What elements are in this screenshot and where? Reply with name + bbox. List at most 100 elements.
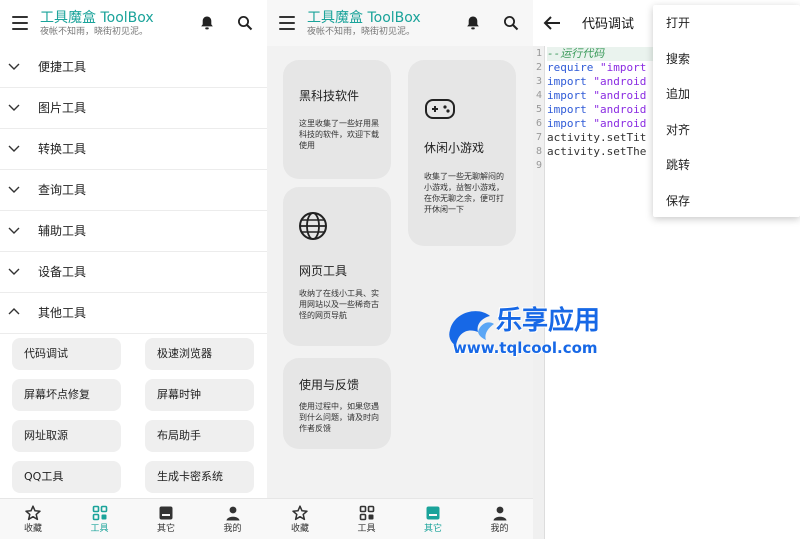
category-6[interactable]: 设备工具 (0, 252, 267, 293)
tool-item[interactable]: 屏幕时钟 (145, 379, 254, 411)
menu-item[interactable]: 搜索 (653, 41, 800, 76)
box-icon (159, 506, 173, 520)
bell-icon[interactable] (199, 15, 215, 31)
tool-item[interactable]: 布局助手 (145, 420, 254, 452)
nav-star[interactable]: 收藏 (267, 499, 333, 539)
line-number: 8 (535, 146, 543, 157)
nav-label: 我的 (223, 524, 242, 534)
overflow-menu: 打开搜索追加对齐 跳转保存 (653, 5, 800, 217)
nav-label: 收藏 (23, 524, 42, 534)
nav-person[interactable]: 我的 (200, 499, 266, 539)
code-token: activity.setTit (547, 131, 647, 144)
gamepad-icon (425, 99, 455, 119)
code-token: --运行代码 (547, 47, 605, 60)
code-token: "android (593, 103, 647, 116)
nav-label: 收藏 (290, 524, 309, 534)
category-5[interactable]: 辅助工具 (0, 211, 267, 252)
code-token: require (547, 61, 600, 74)
card-title: 网页工具 (299, 264, 348, 278)
app-subtitle: 夜帐不知雨，晓街初见泥。 (307, 27, 416, 37)
watermark-text: 乐享应用 (496, 306, 601, 336)
code-debug-screen: 代码调试 123456789 --运行代码 require "import impo… (533, 0, 800, 539)
card-desc: 收集了一些无聊解闷的小游戏，益智小游戏，在你无聊之余，便可打开休闲一下 (424, 172, 504, 214)
tool-item[interactable]: 生成卡密系统 (145, 461, 254, 493)
code-line: require "import (547, 61, 646, 75)
person-icon (226, 506, 239, 521)
card-desc: 这里收集了一些好用黑科技的软件，欢迎下载使用 (299, 119, 379, 150)
line-number-gutter: 1 2 3 4 5 6 7 8 9 (533, 46, 545, 539)
line-number: 3 (535, 76, 543, 87)
code-token: "android (593, 89, 647, 102)
category-4[interactable]: 查询工具 (0, 170, 267, 211)
tool-item[interactable]: 屏幕坏点修复 (12, 379, 121, 411)
nav-label: 工具 (90, 524, 109, 534)
nav-label: 其它 (156, 524, 175, 534)
nav-box[interactable]: 其它 (133, 499, 199, 539)
tool-item[interactable]: 极速浏览器 (145, 338, 254, 370)
menu-item[interactable]: 跳转 (653, 147, 800, 182)
nav-label: 工具 (357, 524, 376, 534)
tool-item[interactable]: QQ工具 (12, 461, 121, 493)
category-1[interactable]: 便捷工具 (0, 47, 267, 88)
tools-screen: 工具魔盒 ToolBox 夜帐不知雨，晓街初见泥。 便捷工具 图片工具 转换工具 查询… (0, 0, 267, 539)
search-icon[interactable] (503, 15, 519, 31)
card-desc: 使用过程中，如果您遇到什么问题，请及时向作者反馈 (299, 402, 379, 433)
tool-item[interactable]: 网址取源 (12, 420, 121, 452)
menu-item-label: 追加 (666, 87, 691, 101)
menu-item[interactable]: 对齐 (653, 112, 800, 147)
category-label: 便捷工具 (38, 60, 87, 74)
code-line: activity.setThe (547, 145, 646, 159)
nav-star[interactable]: 收藏 (0, 499, 66, 539)
nav-grid[interactable]: 工具 (67, 499, 133, 539)
chevron-down-icon (8, 268, 20, 275)
menu-item[interactable]: 保存 (653, 183, 800, 218)
category-3[interactable]: 转换工具 (0, 129, 267, 170)
menu-item[interactable]: 打开 (653, 5, 800, 40)
code-token: "import (599, 61, 647, 74)
code-line: import "android (547, 103, 646, 117)
menu-item[interactable]: 追加 (653, 76, 800, 111)
nav-grid[interactable]: 工具 (334, 499, 400, 539)
nav-person[interactable]: 我的 (467, 499, 533, 539)
menu-item-label: 保存 (666, 193, 691, 208)
category-2[interactable]: 图片工具 (0, 88, 267, 129)
globe-icon (299, 212, 327, 240)
card-black-tech[interactable]: 黑科技软件 这里收集了一些好用黑科技的软件，欢迎下载使用 (283, 60, 391, 179)
card-web-tools[interactable]: 网页工具 收纳了在线小工具、实用网站以及一些稀奇古怪的网页导航 (283, 187, 391, 346)
watermark-url: www.tqlcool.com (453, 339, 598, 357)
code-token: import (547, 117, 594, 130)
menu-icon[interactable] (279, 16, 297, 30)
nav-box[interactable]: 其它 (400, 499, 466, 539)
tool-item[interactable]: 代码调试 (12, 338, 121, 370)
code-token: import (547, 103, 594, 116)
tool-item-label: QQ工具 (24, 470, 64, 483)
card-usage-feedback[interactable]: 使用与反馈 使用过程中，如果您遇到什么问题，请及时向作者反馈 (283, 358, 391, 449)
code-token: import (547, 75, 594, 88)
grid-icon (92, 505, 107, 521)
search-icon[interactable] (237, 15, 253, 31)
other-screen: 工具魔盒 ToolBox 夜帐不知雨，晓街初见泥。 黑科技软件 这里收集了一些好… (267, 0, 533, 539)
back-arrow-icon[interactable] (543, 15, 561, 31)
line-number: 9 (535, 160, 543, 171)
tool-item-label: 网址取源 (24, 429, 68, 442)
tool-item-label: 极速浏览器 (157, 347, 212, 360)
category-label: 辅助工具 (38, 224, 87, 238)
code-line: activity.setTit (547, 131, 646, 145)
menu-item-label: 打开 (666, 16, 691, 30)
menu-icon[interactable] (12, 16, 30, 30)
card-casual-games[interactable]: 休闲小游戏 收集了一些无聊解闷的小游戏，益智小游戏，在你无聊之余，便可打开休闲一… (408, 60, 516, 246)
nav-label: 其它 (423, 524, 442, 534)
app-bar: 工具魔盒 ToolBox 夜帐不知雨，晓街初见泥。 (267, 0, 533, 46)
category-label: 图片工具 (38, 101, 87, 115)
bottom-nav: 收藏 工具 其它 我的 (267, 498, 533, 539)
tool-item-label: 生成卡密系统 (157, 470, 223, 483)
code-token: "android (593, 75, 647, 88)
grid-icon (359, 505, 374, 521)
card-title: 黑科技软件 (299, 89, 360, 103)
card-desc: 收纳了在线小工具、实用网站以及一些稀奇古怪的网页导航 (299, 289, 379, 320)
code-line: import "android (547, 75, 646, 89)
category-7[interactable]: 其他工具 (0, 293, 267, 334)
category-label: 查询工具 (38, 183, 87, 197)
chevron-down-icon (8, 104, 20, 111)
bell-icon[interactable] (465, 15, 481, 31)
